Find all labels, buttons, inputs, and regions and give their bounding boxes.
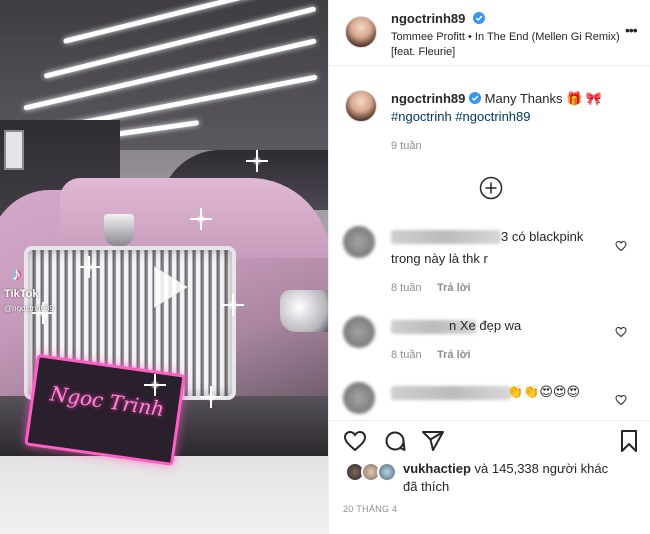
- like-button[interactable]: [343, 429, 367, 453]
- post-date: 20 THÁNG 4: [343, 504, 398, 514]
- comment-bubble-icon: [385, 431, 406, 451]
- play-button[interactable]: [132, 252, 202, 322]
- car-headlight: [280, 290, 328, 332]
- comment-item: n Xe đẹp wa 8 tuần Trả lời: [329, 314, 650, 370]
- caption-hashtags[interactable]: #ngoctrinh #ngoctrinh89: [391, 109, 531, 124]
- comment-like-icon[interactable]: [615, 240, 627, 252]
- post-detail-panel: ngoctrinh89 Tommee Profitt • In The End …: [328, 0, 650, 534]
- save-button[interactable]: [617, 429, 641, 453]
- comment-text: 3 có blackpink: [501, 229, 584, 244]
- caption-username[interactable]: ngoctrinh89: [391, 91, 465, 106]
- car-emblem: [104, 214, 134, 246]
- play-icon: [153, 265, 189, 309]
- commenter-name-blurred: [391, 230, 501, 244]
- more-options-icon[interactable]: •••: [625, 22, 638, 38]
- verified-badge-icon: [473, 12, 485, 24]
- tiktok-icon: ♪: [12, 264, 21, 284]
- heart-icon: [343, 430, 367, 452]
- comment-text: n Xe đẹp wa: [449, 318, 522, 333]
- bookmark-icon: [621, 430, 637, 452]
- post-action-bar: [329, 420, 650, 460]
- sparkle: [200, 386, 222, 408]
- comment-reply-link[interactable]: Trả lời: [437, 349, 471, 361]
- music-info[interactable]: Tommee Profitt • In The End (Mellen Gi R…: [391, 30, 631, 60]
- tiktok-handle: @ngoctrinh89: [4, 304, 54, 313]
- sparkle: [190, 208, 212, 230]
- caption-message: Many Thanks 🎁 🎀: [484, 91, 603, 106]
- likes-text: vukhactiep và 145,338 người khác đã thíc…: [403, 460, 643, 496]
- likes-summary: vukhactiep và 145,338 người khác đã thíc…: [329, 456, 650, 496]
- paper-plane-icon: [422, 431, 444, 451]
- comment-reply-link[interactable]: Trả lời: [437, 282, 471, 294]
- first-liker-username[interactable]: vukhactiep: [403, 461, 471, 476]
- liker-avatar[interactable]: [377, 462, 397, 482]
- caption-text: ngoctrinh89 Many Thanks 🎁 🎀 #ngoctrinh #…: [391, 90, 641, 126]
- load-more-comments-icon[interactable]: [479, 176, 503, 200]
- commenter-avatar[interactable]: [343, 382, 375, 414]
- author-username[interactable]: ngoctrinh89: [391, 11, 465, 26]
- tiktok-label: TikTok: [4, 288, 39, 300]
- tiktok-watermark: ♪ TikTok @ngoctrinh89: [4, 262, 104, 313]
- caption-author-avatar[interactable]: [345, 90, 377, 122]
- likes-suffix: đã thích: [403, 479, 450, 494]
- likes-count-text[interactable]: và 145,338 người khác: [475, 461, 609, 476]
- comment-emojis: 👏👏😍😍😍: [507, 384, 581, 399]
- post-header: ngoctrinh89 Tommee Profitt • In The End …: [329, 0, 650, 66]
- showroom-sign: [4, 130, 24, 170]
- sparkle: [246, 150, 268, 172]
- comment-item: 3 có blackpink trong này là thk r 8 tuần…: [329, 224, 650, 300]
- share-button[interactable]: [421, 429, 445, 453]
- comment-time: 8 tuần: [391, 349, 422, 361]
- comment-button[interactable]: [383, 429, 407, 453]
- comment-like-icon[interactable]: [615, 394, 627, 406]
- verified-badge-icon: [469, 92, 482, 104]
- post-media[interactable]: Ngoc Trinh ♪ TikTok @ngoctrinh89: [0, 0, 328, 534]
- commenter-avatar[interactable]: [343, 316, 375, 348]
- commenter-name-blurred: [391, 386, 511, 400]
- comment-item: 👏👏😍😍😍: [329, 380, 650, 420]
- sparkle: [144, 374, 166, 396]
- commenter-avatar[interactable]: [343, 226, 375, 258]
- sparkle: [222, 294, 244, 316]
- comment-like-icon[interactable]: [615, 326, 627, 338]
- comment-text-line2: trong này là thk r: [391, 251, 488, 266]
- caption-time: 9 tuần: [391, 140, 422, 152]
- comment-time: 8 tuần: [391, 282, 422, 294]
- author-avatar[interactable]: [345, 16, 377, 48]
